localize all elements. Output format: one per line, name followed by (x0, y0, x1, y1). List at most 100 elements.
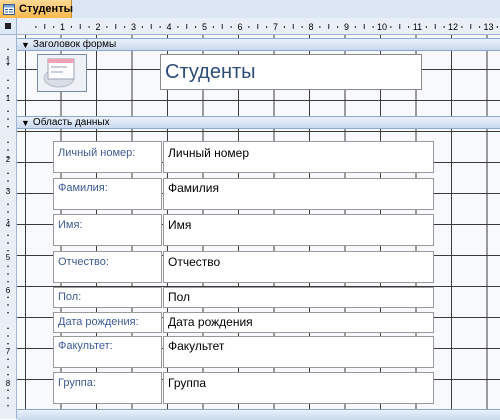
ruler-tick (79, 24, 81, 29)
horizontal-ruler: 1 2 3 4 5 6 7 8 9 10 11 12 13 (17, 18, 500, 35)
ruler-number: 1 (60, 22, 65, 32)
textbox-first-name[interactable]: Имя (163, 214, 434, 246)
ruler-tick (7, 304, 9, 306)
ruler-number: 4 (166, 22, 171, 32)
ruler-tick (7, 203, 9, 205)
ruler-tick (186, 24, 188, 29)
ruler-tick (7, 64, 9, 66)
ruler-tick (53, 26, 55, 28)
label-patronymic[interactable]: Отчество: (53, 251, 162, 283)
ruler-tick (115, 24, 117, 29)
vertical-ruler: 112345678 (0, 35, 17, 419)
form-logo-icon[interactable] (37, 54, 87, 92)
ruler-number: 7 (6, 347, 11, 356)
section-bar-form-header[interactable]: ▼ Заголовок формы (17, 38, 500, 51)
ruler-tick (248, 26, 250, 28)
section-label: Заголовок формы (32, 39, 117, 50)
ruler-tick (461, 26, 463, 28)
ruler-number: 11 (413, 22, 422, 32)
ruler-tick (7, 157, 9, 159)
ruler-tick (399, 24, 401, 29)
ruler-tick (141, 26, 143, 28)
label-birth-date[interactable]: Дата рождения: (53, 312, 162, 333)
ruler-number: 5 (6, 253, 11, 262)
ruler-tick (44, 24, 46, 29)
ruler-tick (443, 26, 445, 28)
ruler-tick (7, 343, 9, 345)
section-collapse-icon: ▼ (21, 117, 30, 128)
textbox-faculty[interactable]: Факультет (163, 336, 434, 368)
label-faculty[interactable]: Факультет: (53, 336, 162, 368)
ruler-tick (7, 95, 9, 97)
section-bar-detail[interactable]: ▼ Область данных (17, 116, 500, 129)
ruler-tick (496, 26, 498, 28)
ruler-tick (354, 26, 356, 28)
ruler-tick (301, 26, 303, 28)
ruler-tick (7, 265, 9, 267)
ruler-tick (7, 149, 9, 151)
textbox-gender[interactable]: Пол (163, 287, 434, 308)
textbox-group[interactable]: Группа (163, 372, 434, 404)
label-group[interactable]: Группа: (53, 372, 162, 404)
ruler-tick (106, 26, 108, 28)
ruler-tick (7, 389, 9, 391)
ruler-number: 3 (131, 22, 136, 32)
ruler-tick (7, 110, 9, 112)
ruler-tick (363, 24, 365, 29)
ruler-number: 13 (483, 22, 493, 32)
ruler-tick (7, 327, 9, 329)
ruler-tick (70, 26, 72, 28)
ruler-tick (7, 296, 9, 298)
ruler-tick (7, 405, 9, 407)
ruler-tick (7, 250, 9, 252)
ruler-tick (470, 24, 472, 29)
ruler-tick (7, 242, 9, 244)
ruler-tick (7, 180, 9, 182)
ruler-tick (257, 24, 259, 29)
form-icon (3, 3, 15, 15)
ruler-tick (479, 26, 481, 28)
label-personal-number[interactable]: Личный номер: (53, 141, 162, 173)
textbox-birth-date[interactable]: Дата рождения (163, 312, 434, 333)
document-tab-strip: Студенты (0, 0, 500, 19)
ruler-tick (372, 26, 374, 28)
ruler-number: 7 (273, 22, 278, 32)
ruler-tick (7, 56, 9, 58)
ruler-tick (7, 374, 9, 376)
ruler-tick (212, 26, 214, 28)
label-last-name[interactable]: Фамилия: (53, 178, 162, 210)
ruler-tick (319, 26, 321, 28)
ruler-number: 5 (202, 22, 207, 32)
ruler-tick (7, 172, 9, 174)
textbox-last-name[interactable]: Фамилия (163, 178, 434, 210)
label-gender[interactable]: Пол: (53, 287, 162, 308)
textbox-patronymic[interactable]: Отчество (163, 251, 434, 283)
section-label: Область данных (32, 117, 110, 128)
ruler-tick (434, 24, 436, 29)
ruler-tick (35, 26, 37, 28)
ruler-tick (7, 335, 9, 337)
form-selector[interactable] (0, 18, 17, 35)
ruler-number: 4 (6, 220, 11, 229)
ruler-tick (283, 26, 285, 28)
ruler-tick (7, 358, 9, 360)
section-bar-footer[interactable] (17, 409, 500, 420)
form-title-label[interactable]: Студенты (160, 54, 422, 90)
ruler-tick (7, 273, 9, 275)
ruler-tick (7, 219, 9, 221)
ruler-number: 2 (6, 155, 11, 164)
ruler-tick (425, 26, 427, 28)
ruler-tick (7, 126, 9, 128)
label-first-name[interactable]: Имя: (53, 214, 162, 246)
ruler-number: 2 (95, 22, 100, 32)
ruler-tick (328, 24, 330, 29)
ruler-tick (177, 26, 179, 28)
ruler-tick (7, 118, 9, 120)
section-collapse-icon: ▼ (21, 39, 30, 50)
ruler-tick (7, 141, 9, 143)
ruler-tick (159, 26, 161, 28)
textbox-personal-number[interactable]: Личный номер (163, 141, 434, 173)
document-tab[interactable]: Студенты (0, 0, 73, 18)
ruler-tick (221, 24, 223, 29)
ruler-tick (7, 188, 9, 190)
